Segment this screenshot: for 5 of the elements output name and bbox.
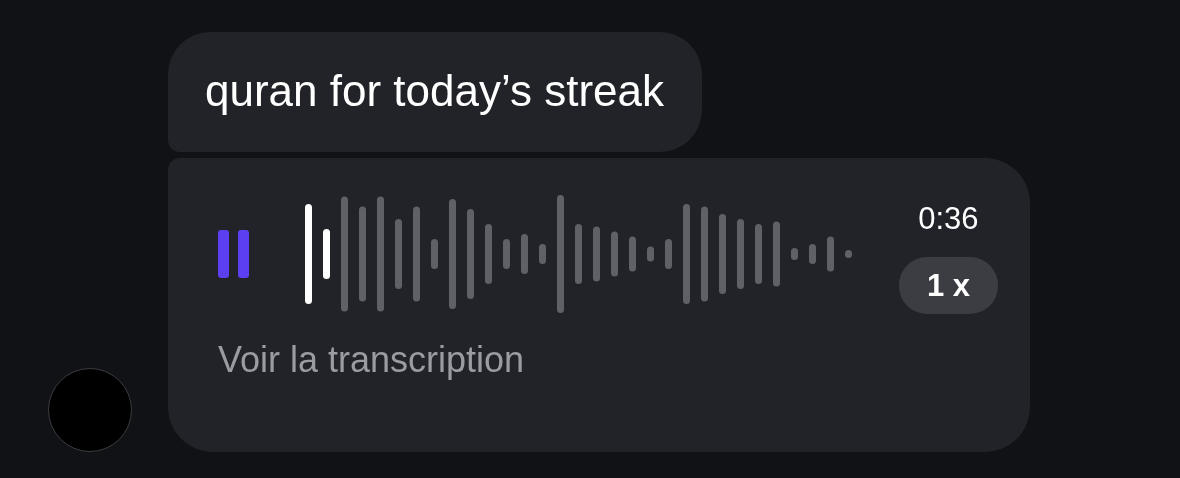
transcription-link[interactable]: Voir la transcription — [218, 333, 525, 388]
duration-text: 0:36 — [918, 200, 979, 239]
speed-button[interactable]: 1 x — [898, 256, 998, 314]
message-bubble: quran for today’s streak — [168, 32, 702, 153]
pause-button[interactable] — [218, 230, 249, 279]
